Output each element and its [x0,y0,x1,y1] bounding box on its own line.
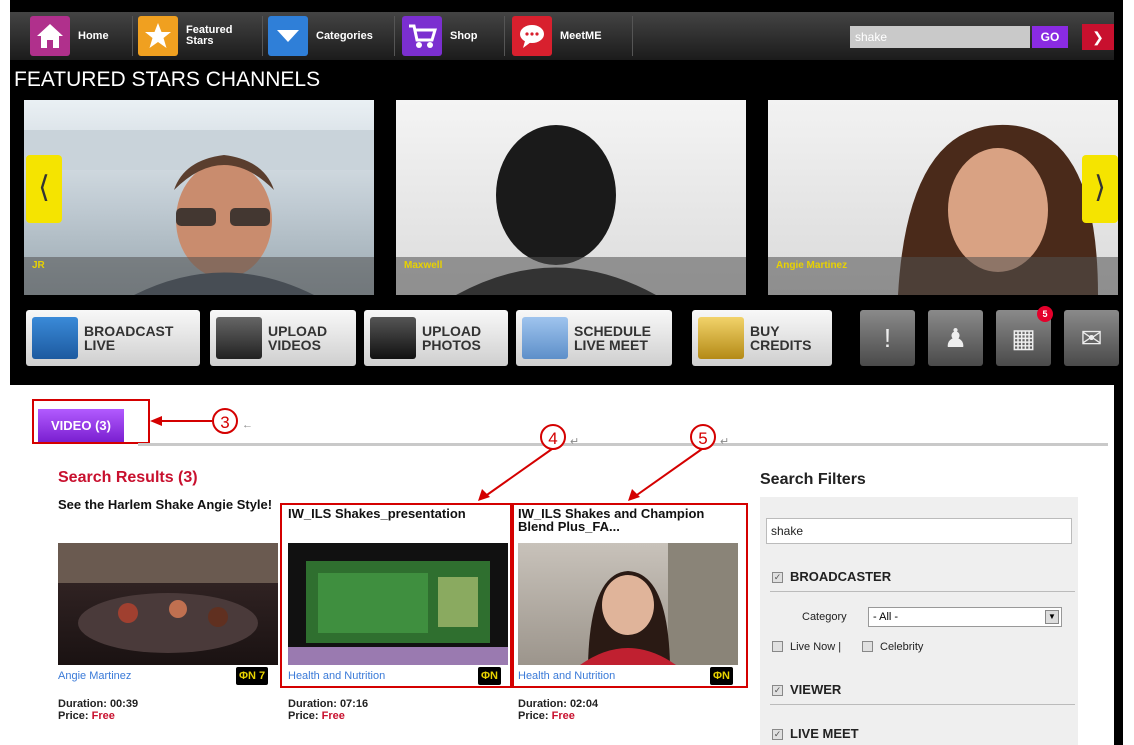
content-area: VIDEO (3) 3 ← 4 ↵ 5 ↵ Search Results (3)… [10,385,1114,745]
featured-card-maxwell[interactable]: Maxwell [396,100,746,295]
go-button[interactable]: GO [1032,26,1068,48]
upload-photos-button[interactable]: UPLOAD PHOTOS [364,310,508,366]
nav-featured-label: Featured Stars [186,24,233,47]
alerts-button[interactable]: ! [860,310,915,366]
featured-name: JR [32,260,45,271]
broadcaster-label: BROADCASTER [790,569,892,584]
featured-card-jr[interactable]: JR [24,100,374,295]
calendar-icon: ▦ [1011,322,1036,353]
annotation-arrow [150,416,212,426]
upload-videos-label: UPLOAD VIDEOS [268,323,328,353]
video-camera-icon [216,317,262,359]
on-badge: ΦN [710,667,733,685]
live-meet-checkbox[interactable]: ✓ [772,729,783,740]
nav-categories[interactable]: Categories [268,12,373,60]
star-icon [138,16,178,56]
annotation-3: 3 [212,408,238,434]
cart-icon [402,16,442,56]
search-filters-title: Search Filters [760,471,866,488]
messages-button[interactable]: ✉ [1064,310,1119,366]
broadcast-icon [32,317,78,359]
live-now-label: Live Now | [790,641,842,653]
channel-link[interactable]: Health and Nutrition [288,670,385,682]
schedule-live-meet-label: SCHEDULE LIVE MEET [574,323,652,353]
video-price: Free [91,710,115,722]
video-title[interactable]: IW_ILS Shakes_presentation [288,507,508,520]
schedule-live-meet-button[interactable]: SCHEDULE LIVE MEET [516,310,672,366]
video-price: Free [551,710,575,722]
live-meet-label: LIVE MEET [790,726,859,741]
featured-name: Maxwell [404,260,443,271]
nav-shop[interactable]: Shop [402,12,478,60]
calendar-badge: 5 [1037,306,1053,322]
viewer-label: VIEWER [790,682,842,697]
video-duration: Duration: 00:39 [58,698,139,710]
nav-meetme[interactable]: MeetME [512,12,602,60]
buy-credits-label: BUY CREDITS [750,323,812,353]
broadcaster-checkbox[interactable]: ✓ [772,572,783,583]
chevron-right-icon: ⟩ [1094,171,1106,204]
chevron-down-icon [268,16,308,56]
search-input[interactable]: shake [850,26,1030,48]
users-icon: ♟ [943,322,968,353]
chat-icon [512,16,552,56]
upload-videos-button[interactable]: UPLOAD VIDEOS [210,310,356,366]
buy-credits-button[interactable]: BUY CREDITS [692,310,832,366]
featured-title: FEATURED STARS CHANNELS [14,68,321,91]
video-thumbnail[interactable] [58,543,278,665]
featured-card-angie[interactable]: Angie Martinez [768,100,1118,295]
channel-link[interactable]: Health and Nutrition [518,670,615,682]
celebrity-label: Celebrity [880,641,924,653]
top-nav: Home Featured Stars Categories Shop Meet… [10,12,1114,60]
video-title[interactable]: See the Harlem Shake Angie Style! [58,498,278,511]
nav-home[interactable]: Home [30,12,109,60]
nav-featured-stars[interactable]: Featured Stars [138,12,232,60]
on-badge: ΦN 7 [236,667,269,685]
filter-query-input[interactable]: shake [766,518,1072,544]
video-thumbnail[interactable] [518,543,738,665]
nav-categories-label: Categories [316,30,373,42]
viewer-checkbox[interactable]: ✓ [772,685,783,696]
friends-button[interactable]: ♟ [928,310,983,366]
coins-icon [698,317,744,359]
broadcast-live-label: BROADCAST LIVE [84,323,174,353]
home-icon [30,16,70,56]
video-title[interactable]: IW_ILS Shakes and Champion Blend Plus_FA… [518,507,738,533]
search-results-title: Search Results (3) [58,469,198,486]
chevron-down-icon: ❯ [1092,29,1104,45]
video-meta: Duration: 02:04 Price: Free [518,698,599,722]
video-thumbnail[interactable] [288,543,508,665]
live-now-checkbox[interactable] [772,641,783,652]
video-price: Free [321,710,345,722]
video-tab[interactable]: VIDEO (3) [38,409,124,442]
nav-home-label: Home [78,30,109,42]
nav-shop-label: Shop [450,30,478,42]
featured-name: Angie Martinez [776,260,848,271]
channel-link[interactable]: Angie Martinez [58,670,131,682]
category-select[interactable]: - All - ▼ [868,607,1062,627]
chevron-down-icon: ▼ [1045,610,1059,624]
chevron-left-icon: ⟨ [38,171,50,204]
on-badge: ΦN [478,667,501,685]
video-meta: Duration: 07:16 Price: Free [288,698,369,722]
broadcast-live-button[interactable]: BROADCAST LIVE [26,310,200,366]
mail-icon: ✉ [1080,322,1103,353]
calendar-icon [522,317,568,359]
video-tab-highlight: VIDEO (3) [32,399,150,444]
account-dropdown-button[interactable]: ❯ [1082,24,1114,50]
carousel-next-arrow[interactable]: ⟩ [1082,155,1118,223]
video-meta: Duration: 00:39 Price: Free [58,698,139,722]
annotation-pointers [478,448,703,501]
celebrity-checkbox[interactable] [862,641,873,652]
video-duration: Duration: 02:04 [518,698,599,710]
alert-icon: ! [883,322,892,353]
photo-camera-icon [370,317,416,359]
category-value: - All - [873,611,899,623]
video-duration: Duration: 07:16 [288,698,369,710]
carousel-prev-arrow[interactable]: ⟨ [26,155,62,223]
nav-meetme-label: MeetME [560,30,602,42]
upload-photos-label: UPLOAD PHOTOS [422,323,482,353]
category-label: Category [802,611,847,623]
